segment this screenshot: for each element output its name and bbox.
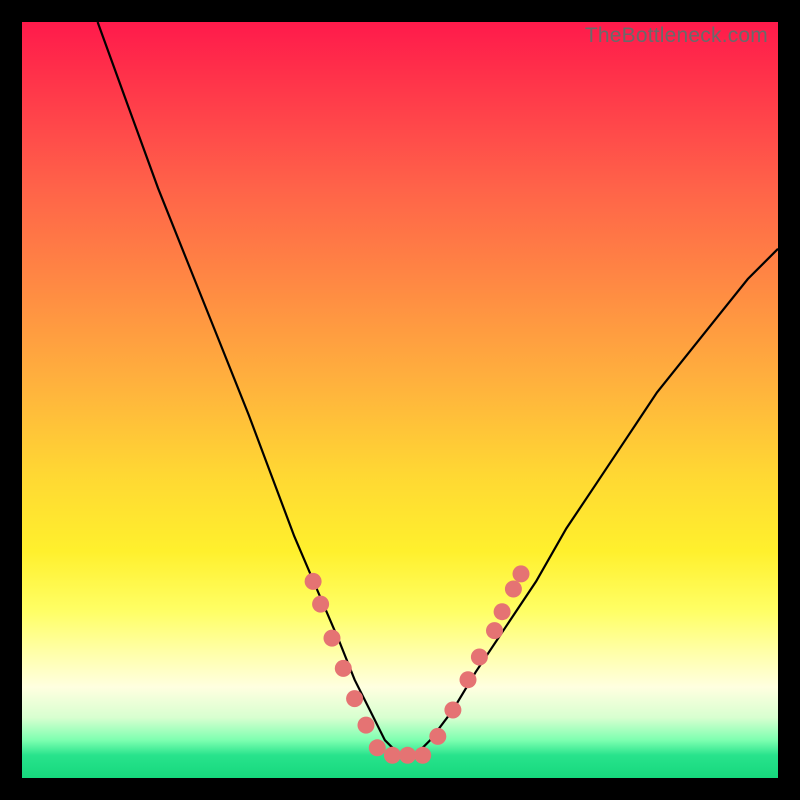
chart-marker	[494, 603, 511, 620]
chart-marker	[414, 747, 431, 764]
chart-marker	[505, 581, 522, 598]
chart-marker	[305, 573, 322, 590]
chart-marker	[486, 622, 503, 639]
chart-marker	[384, 747, 401, 764]
chart-svg	[22, 22, 778, 778]
chart-marker	[369, 739, 386, 756]
chart-marker	[358, 717, 375, 734]
chart-marker	[444, 702, 461, 719]
chart-frame: TheBottleneck.com	[0, 0, 800, 800]
bottleneck-curve-path	[98, 22, 778, 755]
chart-marker	[312, 596, 329, 613]
chart-marker	[513, 565, 530, 582]
chart-marker	[429, 728, 446, 745]
chart-marker	[346, 690, 363, 707]
chart-markers	[305, 565, 530, 763]
chart-marker	[460, 671, 477, 688]
chart-plot-area: TheBottleneck.com	[22, 22, 778, 778]
chart-marker	[471, 649, 488, 666]
chart-marker	[324, 630, 341, 647]
chart-marker	[335, 660, 352, 677]
chart-marker	[399, 747, 416, 764]
